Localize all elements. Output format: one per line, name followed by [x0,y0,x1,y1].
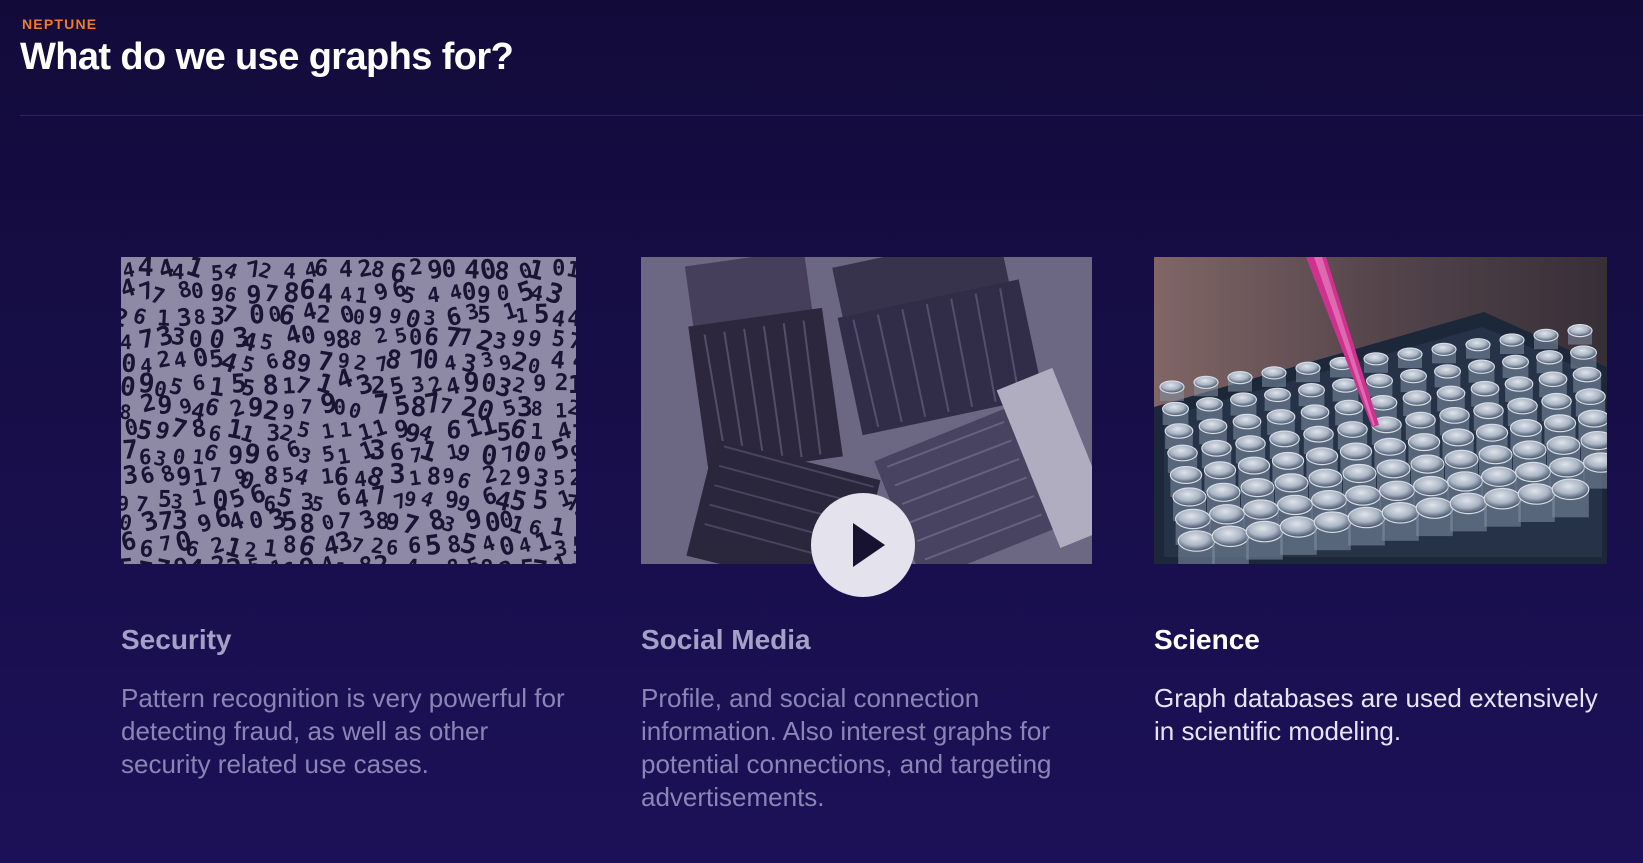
svg-text:7: 7 [459,326,472,351]
card-title: Science [1154,624,1260,655]
svg-text:9: 9 [157,390,173,419]
svg-text:7: 7 [210,463,223,488]
card-science[interactable]: Science Graph databases are used extensi… [1154,257,1607,748]
svg-text:7: 7 [300,394,313,419]
svg-text:2: 2 [316,300,331,328]
test-tubes-pipette-image [1154,257,1607,564]
brand-eyebrow: NEPTUNE [22,16,98,32]
page-title: What do we use graphs for? [20,36,514,78]
svg-text:3: 3 [389,459,406,490]
svg-text:0: 0 [333,395,346,419]
svg-text:9: 9 [442,463,456,488]
svg-text:5: 5 [533,299,550,330]
science-image [1154,257,1607,564]
svg-text:8: 8 [264,461,279,490]
page-header: NEPTUNE What do we use graphs for? [20,16,514,79]
card-description: Graph databases are used extensively in … [1154,683,1598,746]
number-pattern-image: 4 4 441 54 72 4 46 4 28 6 2 90 408 01 01477 80 96 9 7 86 4 4 1… [121,257,576,564]
svg-text:4: 4 [404,555,420,564]
svg-text:2: 2 [408,257,424,281]
svg-text:5: 5 [531,485,550,516]
svg-text:8: 8 [530,396,543,421]
play-button[interactable] [811,493,915,597]
card-title: Security [121,624,232,655]
svg-text:8: 8 [478,555,495,564]
svg-text:1: 1 [333,558,349,564]
svg-text:8: 8 [283,532,297,558]
svg-text:8: 8 [193,304,207,329]
svg-text:2: 2 [554,370,568,396]
card-security[interactable]: 4444154724464286290408010147780969786441… [121,257,576,781]
card-description: Pattern recognition is very powerful for… [121,683,565,779]
play-icon [853,523,885,567]
svg-text:5: 5 [572,532,576,560]
card-description: Profile, and social connection informati… [641,683,1052,812]
svg-text:4: 4 [339,257,353,283]
svg-text:0: 0 [248,300,265,331]
svg-text:2: 2 [225,553,244,564]
header-divider [20,115,1643,116]
svg-text:9: 9 [533,372,546,397]
card-title: Social Media [641,624,811,655]
svg-text:2: 2 [569,466,576,491]
security-image: 4444154724464286290408010147780969786441… [121,257,576,564]
